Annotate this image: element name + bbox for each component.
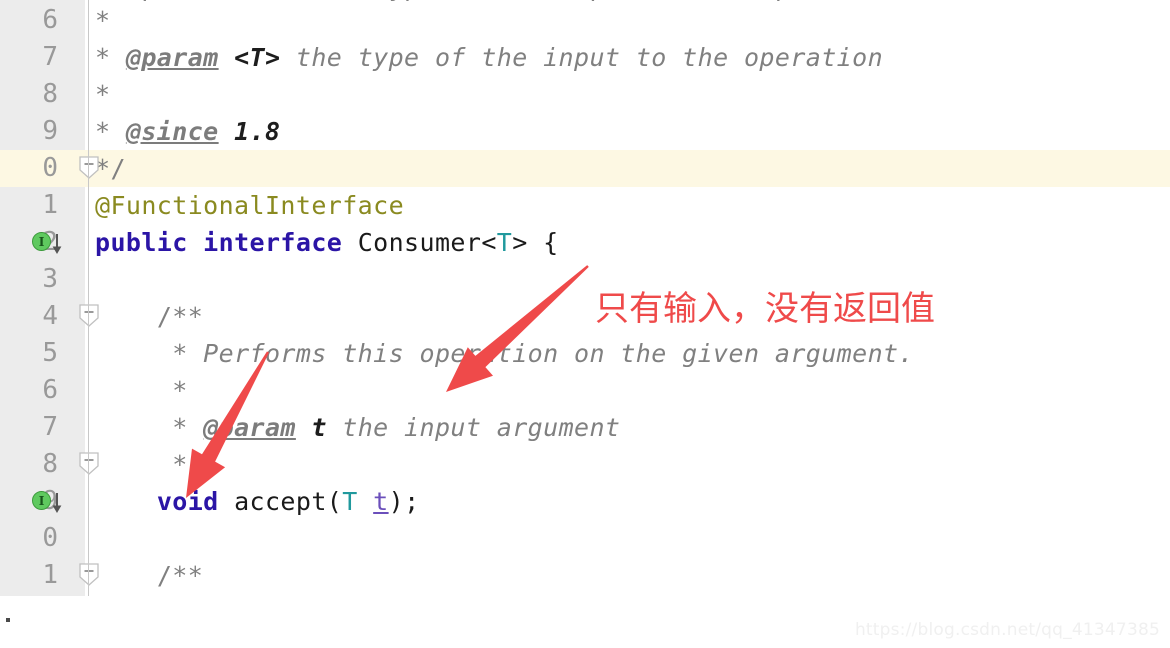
fold-collapse-icon [79, 452, 99, 475]
implemented-method-marker-icon[interactable]: I [32, 232, 62, 254]
code-line[interactable]: 1 @FunctionalInterface [0, 187, 1170, 224]
code-line[interactable]: 3 [0, 261, 1170, 298]
code-line[interactable]: 6 * [0, 372, 1170, 409]
line-number: 6 [42, 375, 58, 405]
line-number: 7 [42, 412, 58, 442]
line-code: /** [156, 302, 204, 331]
code-editor[interactable]: * @param <T> the type of the input to th… [0, 0, 1170, 648]
line-number: 8 [42, 79, 58, 109]
line-number: 4 [42, 301, 58, 331]
code-line[interactable]: 5 * Performs this operation on the given… [0, 335, 1170, 372]
fold-collapse-icon [79, 304, 99, 327]
fold-collapse-icon [79, 563, 99, 586]
line-code: * [95, 80, 111, 109]
line-number: 9 [42, 116, 58, 146]
line-number: 1 [42, 190, 58, 220]
code-line[interactable]: 0 [0, 520, 1170, 557]
line-code: public interface Consumer<T> { [95, 228, 559, 257]
line-code: */ [172, 450, 204, 479]
line-number: 3 [42, 264, 58, 294]
fold-collapse-icon [79, 156, 99, 179]
line-code: * [95, 6, 111, 35]
line-number: 0 [42, 523, 58, 553]
annotation-note-text: 只有输入，没有返回值 [595, 289, 935, 329]
line-number: 7 [42, 42, 58, 72]
line-code: * Performs this operation on the given a… [172, 339, 914, 368]
code-line[interactable]: 9 void accept(T t);I [0, 483, 1170, 520]
implemented-method-marker-icon[interactable]: I [32, 491, 62, 513]
implementation-circle-icon: I [32, 232, 51, 251]
arrow-down-icon [52, 493, 62, 513]
code-fold-marker[interactable] [78, 563, 100, 587]
code-line[interactable]: 0 */ [0, 150, 1170, 187]
line-number: 0 [0, 150, 58, 187]
line-code: * @param <T> the type of the input to th… [95, 43, 884, 72]
implementation-circle-icon: I [32, 491, 51, 510]
line-code: /** [156, 561, 204, 590]
line-number: 1 [42, 560, 58, 590]
code-line[interactable]: 7 * @param <T> the type of the input to t… [0, 39, 1170, 76]
fold-guide-line [88, 2, 89, 596]
arrow-down-icon [52, 234, 62, 254]
code-line[interactable]: 8 */ [0, 446, 1170, 483]
watermark: https://blog.csdn.net/qq_41347385 [854, 620, 1160, 640]
code-line[interactable]: 9 * @since 1.8 [0, 113, 1170, 150]
line-code: * @param t the input argument [172, 413, 621, 442]
line-number: 8 [42, 449, 58, 479]
code-line[interactable]: 1 /** [0, 557, 1170, 594]
line-code: @FunctionalInterface [95, 191, 405, 220]
code-line[interactable]: 2public interface Consumer<T> {I [0, 224, 1170, 261]
code-line[interactable]: 8 * [0, 76, 1170, 113]
line-code: * @since 1.8 [95, 117, 281, 146]
code-fold-marker[interactable] [78, 452, 100, 476]
line-number: 5 [42, 338, 58, 368]
code-fold-marker[interactable] [78, 156, 100, 180]
stray-dot [6, 618, 10, 622]
code-line[interactable]: 6 * [0, 2, 1170, 39]
code-line[interactable]: 4 /** [0, 298, 1170, 335]
line-code: void accept(T t); [156, 487, 420, 516]
code-line[interactable]: 7 * @param t the input argument [0, 409, 1170, 446]
line-code: * [172, 376, 188, 405]
code-fold-marker[interactable] [78, 304, 100, 328]
line-number: 6 [42, 5, 58, 35]
